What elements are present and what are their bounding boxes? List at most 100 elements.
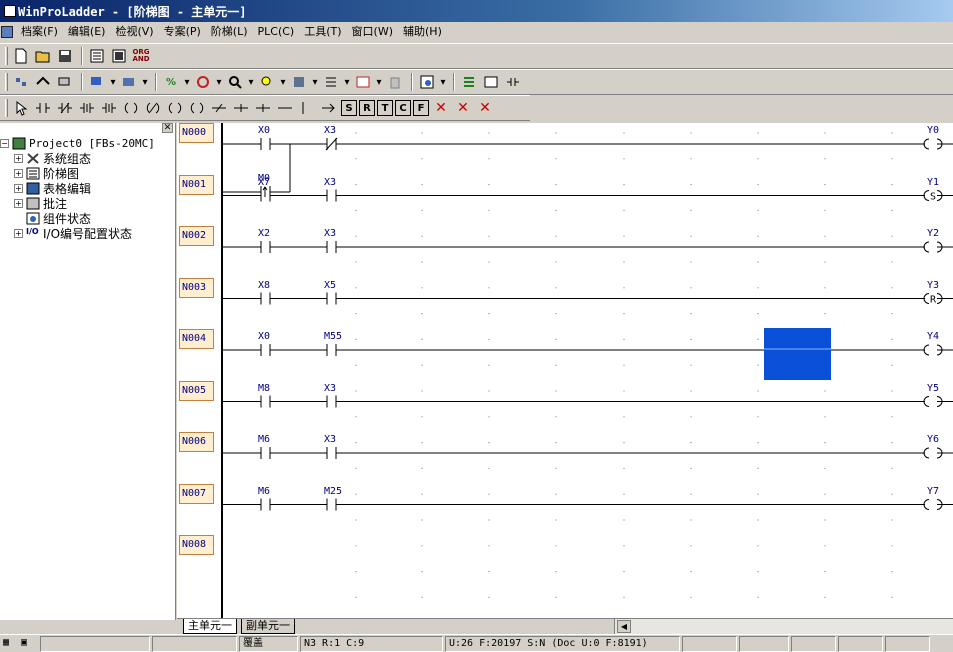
horizontal-line-icon[interactable] bbox=[275, 98, 295, 118]
table-view-icon[interactable] bbox=[109, 46, 129, 66]
org-and-icon[interactable]: ORG AND bbox=[131, 46, 151, 66]
c-register-button[interactable]: C bbox=[395, 100, 411, 116]
timer-icon[interactable] bbox=[193, 72, 213, 92]
delete-row-icon[interactable]: ✕ bbox=[475, 98, 495, 118]
menu-tools[interactable]: 工具(T) bbox=[299, 23, 346, 41]
not-icon[interactable] bbox=[209, 98, 229, 118]
network-label[interactable]: N004 bbox=[179, 329, 214, 349]
tree-item-status[interactable]: 组件状态 bbox=[14, 211, 91, 226]
chevron-down-icon[interactable]: ▾ bbox=[375, 72, 383, 92]
chevron-down-icon[interactable]: ▾ bbox=[109, 72, 117, 92]
tab-main-unit[interactable]: 主单元一 bbox=[183, 619, 237, 634]
percent-icon[interactable]: % bbox=[161, 72, 181, 92]
monitor-icon[interactable] bbox=[87, 72, 107, 92]
expand-icon[interactable]: + bbox=[14, 154, 23, 163]
menu-help[interactable]: 辅助(H) bbox=[398, 23, 447, 41]
contact-label: X7 bbox=[258, 176, 271, 188]
counter-icon[interactable] bbox=[289, 72, 309, 92]
ladder-icon bbox=[26, 167, 40, 180]
table-icon bbox=[26, 182, 40, 195]
menu-view[interactable]: 检视(V) bbox=[110, 23, 158, 41]
delete-icon[interactable]: ✕ bbox=[431, 98, 451, 118]
grid-icon[interactable] bbox=[481, 72, 501, 92]
contact-label: M8 bbox=[258, 382, 271, 394]
network-label[interactable]: N005 bbox=[179, 380, 214, 401]
chevron-down-icon[interactable]: ▾ bbox=[279, 72, 287, 92]
network-label[interactable]: N001 bbox=[179, 174, 214, 195]
r-register-button[interactable]: R bbox=[359, 100, 375, 116]
bars-icon[interactable] bbox=[459, 72, 479, 92]
tree-item-ladder[interactable]: + 阶梯图 bbox=[14, 166, 79, 181]
reset-coil-icon[interactable] bbox=[187, 98, 207, 118]
network-label[interactable]: N006 bbox=[179, 432, 214, 452]
f-function-button[interactable]: F bbox=[413, 100, 429, 116]
contact-help-icon[interactable] bbox=[503, 72, 523, 92]
table-icon[interactable] bbox=[353, 72, 373, 92]
menu-plc[interactable]: PLC(C) bbox=[253, 23, 300, 41]
tab-sub-unit[interactable]: 副单元一 bbox=[241, 619, 295, 634]
arrow-right-icon[interactable] bbox=[319, 98, 339, 118]
chevron-down-icon[interactable]: ▾ bbox=[343, 72, 351, 92]
nc-contact-icon[interactable] bbox=[55, 98, 75, 118]
tree-item-system[interactable]: + 系统组态 bbox=[14, 151, 91, 166]
network-label[interactable]: N007 bbox=[179, 483, 214, 504]
collapse-icon[interactable]: − bbox=[0, 139, 9, 148]
expand-icon[interactable]: + bbox=[14, 169, 23, 178]
menu-ladder[interactable]: 阶梯(L) bbox=[206, 23, 253, 41]
tree-item-comment[interactable]: + 批注 bbox=[14, 196, 67, 211]
new-file-icon[interactable] bbox=[11, 46, 31, 66]
network-label[interactable]: N000 bbox=[179, 123, 214, 143]
network-label[interactable]: N003 bbox=[179, 277, 214, 298]
pulse-down-icon[interactable] bbox=[253, 98, 273, 118]
chevron-down-icon[interactable]: ▾ bbox=[311, 72, 319, 92]
menu-window[interactable]: 窗口(W) bbox=[347, 23, 398, 41]
connect-icon[interactable] bbox=[11, 72, 31, 92]
list-icon[interactable] bbox=[321, 72, 341, 92]
inverse-coil-icon[interactable] bbox=[143, 98, 163, 118]
chevron-down-icon[interactable]: ▾ bbox=[247, 72, 255, 92]
menu-edit[interactable]: 编辑(E) bbox=[63, 23, 111, 41]
zoom-icon[interactable] bbox=[257, 72, 277, 92]
stop-icon[interactable] bbox=[55, 72, 75, 92]
menu-project[interactable]: 专案(P) bbox=[159, 23, 206, 41]
tree-item-table[interactable]: + 表格编辑 bbox=[14, 181, 91, 196]
network-label[interactable]: N002 bbox=[179, 226, 214, 246]
pointer-icon[interactable] bbox=[11, 98, 31, 118]
t-register-button[interactable]: T bbox=[377, 100, 393, 116]
tree-root[interactable]: − Project0 [FBs-20MC] bbox=[0, 136, 155, 151]
register-icon[interactable] bbox=[119, 72, 139, 92]
expand-icon[interactable]: + bbox=[14, 229, 23, 238]
ladder-editor[interactable]: SR N000 X0 X3 Y0 M0 N001 X7 X3 Y1 N002 X2 X3 Y2 N003 X… bbox=[177, 123, 953, 618]
no-contact-icon[interactable] bbox=[33, 98, 53, 118]
ladder-view-icon[interactable] bbox=[87, 46, 107, 66]
menu-file[interactable]: 档案(F) bbox=[16, 23, 63, 41]
up-contact-icon[interactable] bbox=[77, 98, 97, 118]
network-label[interactable]: N008 bbox=[179, 535, 214, 555]
down-contact-icon[interactable] bbox=[99, 98, 119, 118]
s-register-button[interactable]: S bbox=[341, 100, 357, 116]
tree-item-io[interactable]: + I/O I/O编号配置状态 bbox=[14, 226, 132, 241]
expand-icon[interactable]: + bbox=[14, 184, 23, 193]
document-icon[interactable] bbox=[1, 26, 13, 38]
open-folder-icon[interactable] bbox=[33, 46, 53, 66]
trash-icon[interactable] bbox=[385, 72, 405, 92]
chevron-down-icon[interactable]: ▾ bbox=[215, 72, 223, 92]
horizontal-scrollbar[interactable]: ◀ bbox=[614, 619, 953, 634]
preview-icon[interactable] bbox=[417, 72, 437, 92]
run-icon[interactable] bbox=[33, 72, 53, 92]
save-icon[interactable] bbox=[55, 46, 75, 66]
chevron-down-icon[interactable]: ▾ bbox=[141, 72, 149, 92]
expand-icon[interactable]: + bbox=[14, 199, 23, 208]
search-icon[interactable] bbox=[225, 72, 245, 92]
scroll-left-icon[interactable]: ◀ bbox=[617, 620, 631, 633]
vertical-line-icon[interactable] bbox=[297, 98, 317, 118]
ladder-element-toolbar: S R T C F ✕ ✕ ✕ bbox=[0, 95, 530, 121]
chevron-down-icon[interactable]: ▾ bbox=[439, 72, 447, 92]
ladder-diagram[interactable]: SR bbox=[177, 123, 953, 618]
delete-column-icon[interactable]: ✕ bbox=[453, 98, 473, 118]
close-icon[interactable]: ✕ bbox=[162, 123, 173, 133]
pulse-up-icon[interactable] bbox=[231, 98, 251, 118]
set-coil-icon[interactable] bbox=[165, 98, 185, 118]
chevron-down-icon[interactable]: ▾ bbox=[183, 72, 191, 92]
coil-icon[interactable] bbox=[121, 98, 141, 118]
